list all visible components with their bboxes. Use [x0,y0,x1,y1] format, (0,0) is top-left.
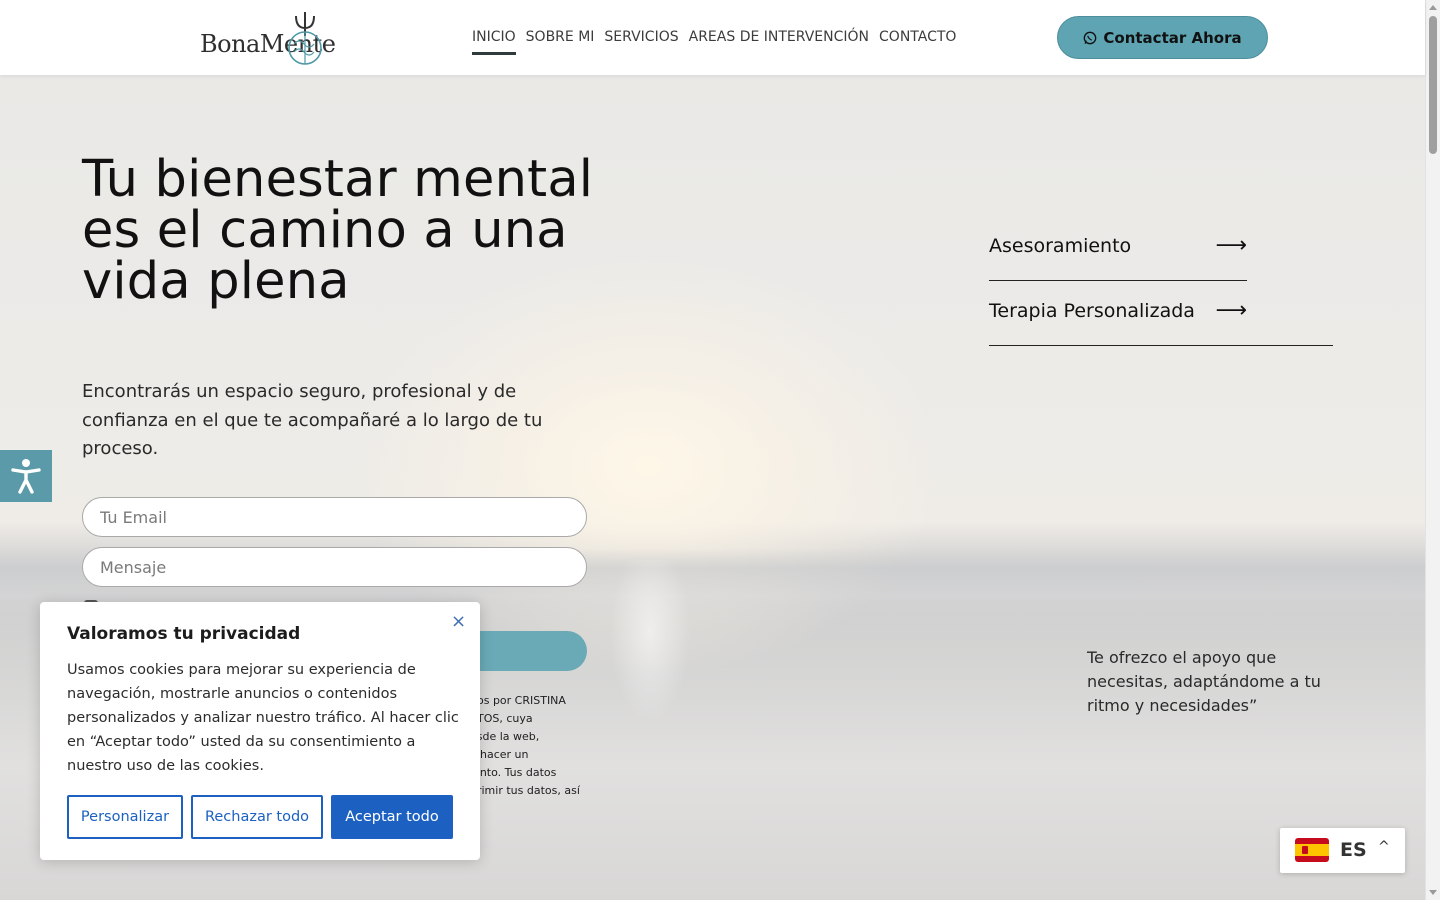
cookie-consent-dialog: Valoramos tu privacidad × Usamos cookies… [40,602,480,860]
site-logo[interactable]: BonaMente [198,10,336,66]
brain-psi-icon [288,12,322,65]
scroll-up-arrow-icon[interactable] [1429,5,1437,10]
contact-now-button[interactable]: Contactar Ahora [1057,16,1268,59]
nav-item-inicio[interactable]: INICIO [472,28,516,55]
email-field[interactable] [82,497,587,537]
site-header: BonaMente INICIO SOBRE MI SERVICIOS AREA… [0,0,1425,75]
scroll-thumb[interactable] [1429,16,1437,154]
spain-flag-icon [1295,838,1329,862]
contact-now-label: Contactar Ahora [1103,28,1242,47]
divider [989,345,1333,346]
arrow-right-icon: ⟶ [1215,233,1247,258]
nav-item-contacto[interactable]: CONTACTO [879,28,956,55]
link-asesoramiento-label: Asesoramiento [989,234,1132,257]
hero-subtext: Encontrarás un espacio seguro, profesion… [82,381,543,459]
language-code: ES [1340,839,1367,861]
message-field[interactable] [82,547,587,587]
nav-item-sobre-mi[interactable]: SOBRE MI [526,28,595,55]
link-asesoramiento[interactable]: Asesoramiento ⟶ [989,233,1247,258]
legal-text: dos por CRISTINA STOS, cuya esde la web,… [470,694,580,815]
divider [989,280,1247,281]
page-scrollbar[interactable] [1425,0,1440,900]
chevron-up-icon: ^ [1378,839,1390,855]
main-nav: INICIO SOBRE MI SERVICIOS AREAS DE INTER… [472,28,956,55]
arrow-right-icon: ⟶ [1215,298,1247,323]
sun-reflection [600,560,700,740]
link-terapia-label: Terapia Personalizada [989,299,1195,322]
language-selector[interactable]: ES ^ [1280,828,1405,873]
link-terapia-personalizada[interactable]: Terapia Personalizada ⟶ [989,298,1247,323]
accessibility-button[interactable] [0,450,52,502]
close-icon[interactable]: × [451,611,466,632]
cookie-text: Usamos cookies para mejorar su experienc… [67,662,459,774]
scroll-down-arrow-icon[interactable] [1429,890,1437,895]
hero-quote: Te ofrezco el apoyo que necesitas, adapt… [1087,648,1321,715]
accept-all-button[interactable]: Aceptar todo [331,795,453,839]
nav-item-areas[interactable]: AREAS DE INTERVENCIÓN [689,28,869,55]
accessibility-icon [11,459,41,494]
hero-headline: Tu bienestar mental es el camino a una v… [82,150,594,311]
cookie-title: Valoramos tu privacidad [67,624,301,644]
whatsapp-icon [1084,31,1097,44]
nav-item-servicios[interactable]: SERVICIOS [604,28,678,55]
reject-all-button[interactable]: Rechazar todo [191,795,323,839]
customize-button[interactable]: Personalizar [67,795,183,839]
